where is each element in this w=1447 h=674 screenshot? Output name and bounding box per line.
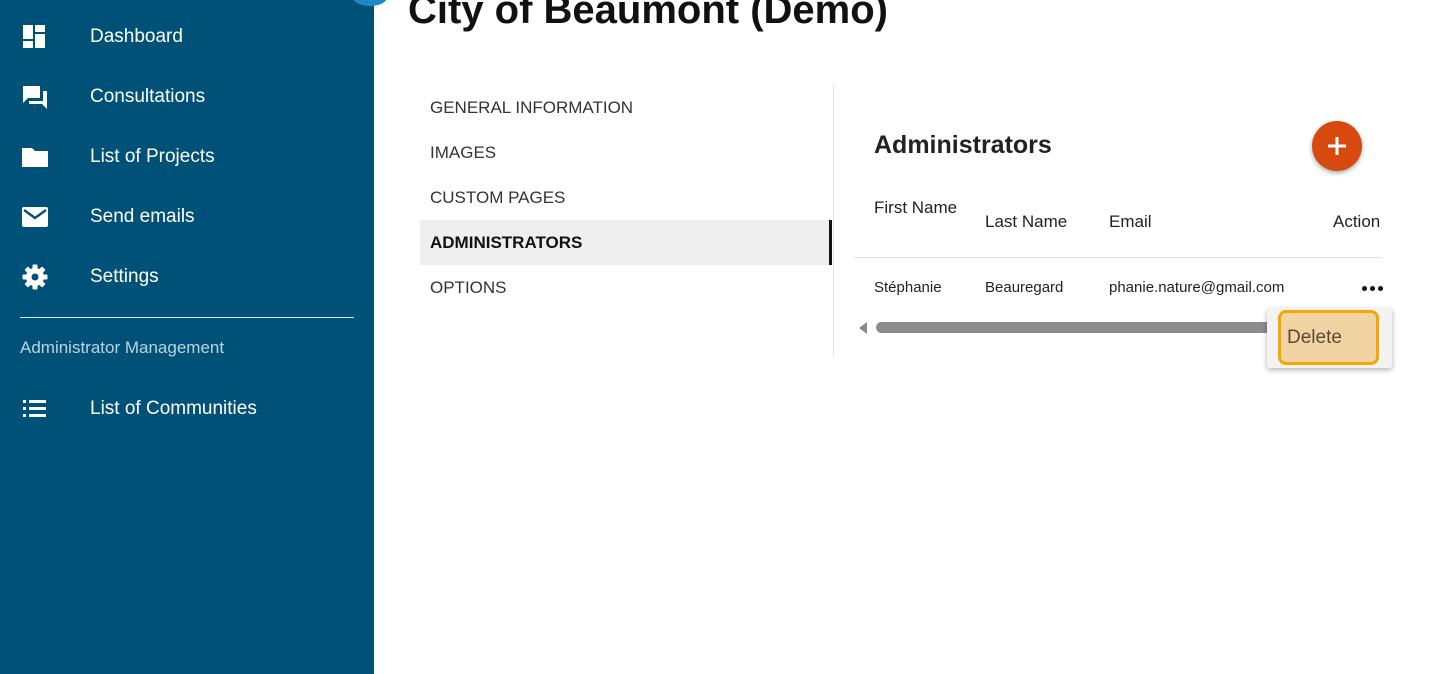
tab-custom-pages[interactable]: CUSTOM PAGES (420, 175, 832, 220)
sidebar-item-label: List of Projects (90, 146, 215, 167)
sidebar-item-communities[interactable]: List of Communities (0, 387, 374, 431)
sidebar-section-title: Administrator Management (20, 338, 225, 357)
folder-icon (21, 144, 49, 170)
sidebar-item-label: Settings (90, 266, 159, 287)
mail-icon (21, 204, 49, 230)
add-admin-button[interactable] (1312, 121, 1362, 171)
table-row-divider (854, 257, 1382, 258)
tab-images[interactable]: IMAGES (420, 130, 832, 175)
cell-first-name: Stéphanie (874, 279, 942, 296)
admins-title: Administrators (874, 131, 1052, 159)
scroll-left-arrow[interactable] (859, 322, 867, 334)
more-icon[interactable] (1358, 278, 1386, 298)
gear-icon (21, 264, 49, 290)
dashboard-icon (21, 24, 49, 50)
sidebar-item-label: List of Communities (90, 398, 257, 419)
delete-button[interactable]: Delete (1278, 310, 1379, 365)
sidebar-item-consultations[interactable]: Consultations (0, 75, 374, 119)
sidebar-item-projects[interactable]: List of Projects (0, 135, 374, 179)
cell-email: phanie.nature@gmail.com (1109, 279, 1285, 296)
horizontal-scrollbar[interactable] (876, 322, 1276, 333)
sidebar-item-settings[interactable]: Settings (0, 255, 374, 299)
sidebar: Dashboard Consultations List of Projects… (0, 0, 388, 674)
column-header-first-name[interactable]: First Name (874, 194, 964, 221)
tab-options[interactable]: OPTIONS (420, 265, 832, 310)
column-header-last-name[interactable]: Last Name (985, 208, 1067, 235)
column-header-action: Action (1333, 212, 1381, 231)
tab-general-information[interactable]: GENERAL INFORMATION (420, 85, 832, 130)
tab-administrators[interactable]: ADMINISTRATORS (420, 220, 832, 265)
section-tabs: GENERAL INFORMATION IMAGES CUSTOM PAGES … (420, 85, 834, 357)
row-action-menu: Delete (1267, 308, 1392, 368)
sidebar-toggle-button[interactable] (352, 0, 388, 6)
sidebar-item-label: Consultations (90, 86, 206, 107)
sidebar-divider (20, 317, 354, 318)
page-title: City of Beaumont (Demo) (408, 0, 888, 32)
sidebar-item-label: Send emails (90, 206, 195, 227)
list-icon (21, 396, 49, 422)
plus-icon (1328, 137, 1346, 155)
cell-last-name: Beauregard (985, 279, 1064, 296)
column-header-email[interactable]: Email (1109, 208, 1152, 235)
sidebar-item-label: Dashboard (90, 26, 183, 47)
sidebar-item-dashboard[interactable]: Dashboard (0, 15, 374, 59)
sidebar-item-send-emails[interactable]: Send emails (0, 195, 374, 239)
chat-icon (21, 84, 49, 110)
